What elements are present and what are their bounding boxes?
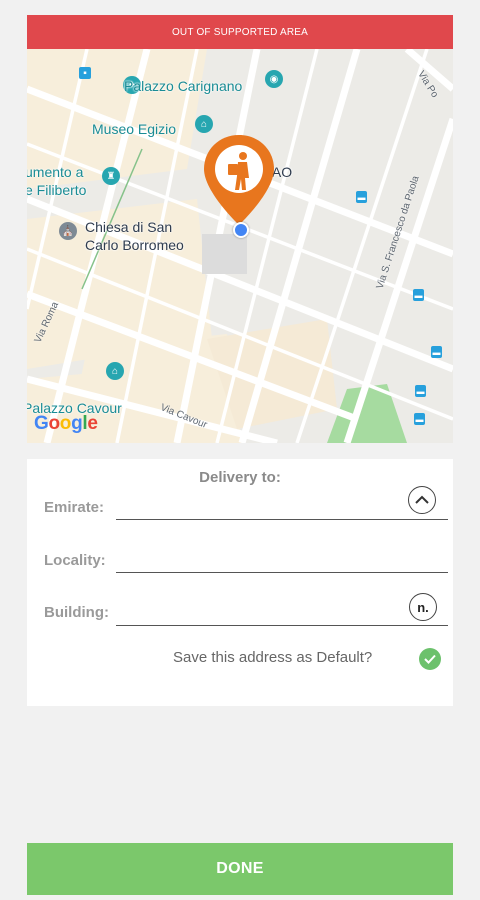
bus-stop-icon: ▬ xyxy=(413,289,424,301)
locality-field[interactable] xyxy=(116,550,448,573)
building-label: Building: xyxy=(44,604,109,621)
statue-icon: ♜ xyxy=(102,167,120,185)
church-icon: ⛪ xyxy=(59,222,77,240)
museum-small-icon: ▪ xyxy=(79,67,91,79)
save-default-label: Save this address as Default? xyxy=(173,649,373,666)
google-logo: Google xyxy=(34,413,98,434)
bus-stop-icon: ▬ xyxy=(356,191,367,203)
bus-stop-icon: ▬ xyxy=(415,385,426,397)
map-view[interactable]: ▪ ✦ Palazzo Carignano ◉ Museo Egizio ⌂ u… xyxy=(27,49,453,443)
museum-icon: ⌂ xyxy=(195,115,213,133)
bus-stop-icon: ▬ xyxy=(431,346,442,358)
bus-stop-icon: ▬ xyxy=(414,413,425,425)
museum-icon-cavour: ⌂ xyxy=(106,362,124,380)
emirate-label: Emirate: xyxy=(44,499,105,516)
emirate-field[interactable] xyxy=(116,497,448,520)
map-label-museo-egizio: Museo Egizio xyxy=(92,121,177,137)
delivery-title: Delivery to: xyxy=(199,469,281,486)
building-field[interactable] xyxy=(116,603,448,626)
delivery-form: Delivery to: Emirate: Locality: Building… xyxy=(27,459,453,706)
building-number-button[interactable]: n. xyxy=(409,593,437,621)
map-label-palazzo-carignano: Palazzo Carignano xyxy=(124,78,243,94)
camera-icon: ◉ xyxy=(265,70,283,88)
done-button[interactable]: DONE xyxy=(27,843,453,895)
locality-label: Locality: xyxy=(44,552,106,569)
emirate-expand-button[interactable] xyxy=(408,486,436,514)
current-location-dot xyxy=(233,222,249,238)
map-label-chiesa: Chiesa di San xyxy=(85,219,173,235)
map-label-filiberto: e Filiberto xyxy=(27,182,87,198)
map-label-carlo-borromeo: Carlo Borromeo xyxy=(85,237,184,253)
out-of-area-banner: OUT OF SUPPORTED AREA xyxy=(27,15,453,49)
done-label: DONE xyxy=(216,860,264,877)
banner-text: OUT OF SUPPORTED AREA xyxy=(171,26,309,38)
save-default-checkbox[interactable] xyxy=(419,648,441,670)
chevron-up-icon xyxy=(415,495,429,504)
check-icon xyxy=(424,654,436,664)
map-label-monumento: umento a xyxy=(27,164,84,180)
